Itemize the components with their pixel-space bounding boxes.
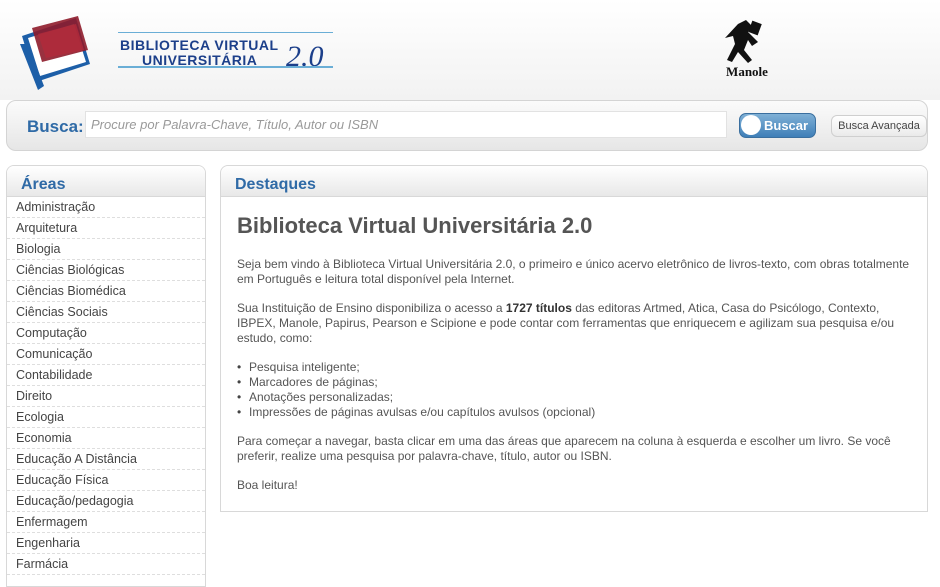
manole-logo[interactable]: Manole [716,18,778,82]
feature-item: Pesquisa inteligente; [237,360,917,375]
intro-paragraph: Seja bem vindo à Biblioteca Virtual Univ… [237,257,910,286]
access-text-start: Sua Instituição de Ensino disponibiliza … [237,301,506,315]
search-input[interactable] [85,111,727,138]
area-item[interactable]: Educação Física [7,470,205,491]
area-item[interactable]: Engenharia [7,533,205,554]
search-button[interactable]: Buscar [739,113,816,138]
area-item[interactable]: Computação [7,323,205,344]
access-paragraph: Sua Instituição de Ensino disponibiliza … [237,301,917,346]
area-item[interactable]: Comunicação [7,344,205,365]
feature-item: Impressões de páginas avulsas e/ou capít… [237,405,917,420]
manole-label: Manole [726,64,768,79]
logo-rule-bottom [118,66,333,68]
highlights-content: Biblioteca Virtual Universitária 2.0 Sej… [237,212,917,507]
page-header: BIBLIOTECA VIRTUAL UNIVERSITÁRIA 2.0 Man… [0,0,940,100]
manole-figure-icon [725,20,762,63]
closing-text: Boa leitura! [237,478,298,492]
area-item[interactable]: Ciências Biomédica [7,281,205,302]
highlights-title: Destaques [235,176,316,193]
logo-rule-top [118,32,333,33]
logo-text: BIBLIOTECA VIRTUAL UNIVERSITÁRIA [120,38,279,68]
areas-header: Áreas [7,166,205,197]
areas-sidebar: Áreas Administração Arquitetura Biologia… [6,165,206,587]
search-bar: Busca: Buscar Busca Avançada [6,100,928,151]
area-item[interactable]: Economia [7,428,205,449]
areas-list: Administração Arquitetura Biologia Ciênc… [7,197,205,575]
search-button-icon [741,115,761,135]
feature-item: Marcadores de páginas; [237,375,917,390]
area-item[interactable]: Biologia [7,239,205,260]
titles-count: 1727 títulos [505,301,572,315]
area-item[interactable]: Administração [7,197,205,218]
area-item[interactable]: Arquitetura [7,218,205,239]
search-button-label: Buscar [764,118,809,133]
navigation-paragraph: Para começar a navegar, basta clicar em … [237,434,891,463]
areas-title: Áreas [21,176,66,193]
features-list: Pesquisa inteligente; Marcadores de pági… [237,360,917,420]
area-item[interactable]: Contabilidade [7,365,205,386]
area-item[interactable]: Farmácia [7,554,205,575]
area-item[interactable]: Enfermagem [7,512,205,533]
bvu-logo-icon [20,16,90,90]
page-title: Biblioteca Virtual Universitária 2.0 [237,213,593,238]
advanced-search-button[interactable]: Busca Avançada [831,115,927,137]
area-item[interactable]: Ciências Sociais [7,302,205,323]
highlights-header: Destaques [221,166,927,197]
area-item[interactable]: Ecologia [7,407,205,428]
search-label: Busca: [27,117,84,136]
bvu-logo[interactable]: BIBLIOTECA VIRTUAL UNIVERSITÁRIA 2.0 [18,14,333,92]
area-item[interactable]: Educação/pedagogia [7,491,205,512]
logo-version: 2.0 [286,40,324,73]
highlights-panel: Destaques Biblioteca Virtual Universitár… [220,165,928,512]
area-item[interactable]: Ciências Biológicas [7,260,205,281]
area-item[interactable]: Educação A Distância [7,449,205,470]
feature-item: Anotações personalizadas; [237,390,917,405]
area-item[interactable]: Direito [7,386,205,407]
logo-line-1: BIBLIOTECA VIRTUAL [120,37,279,53]
